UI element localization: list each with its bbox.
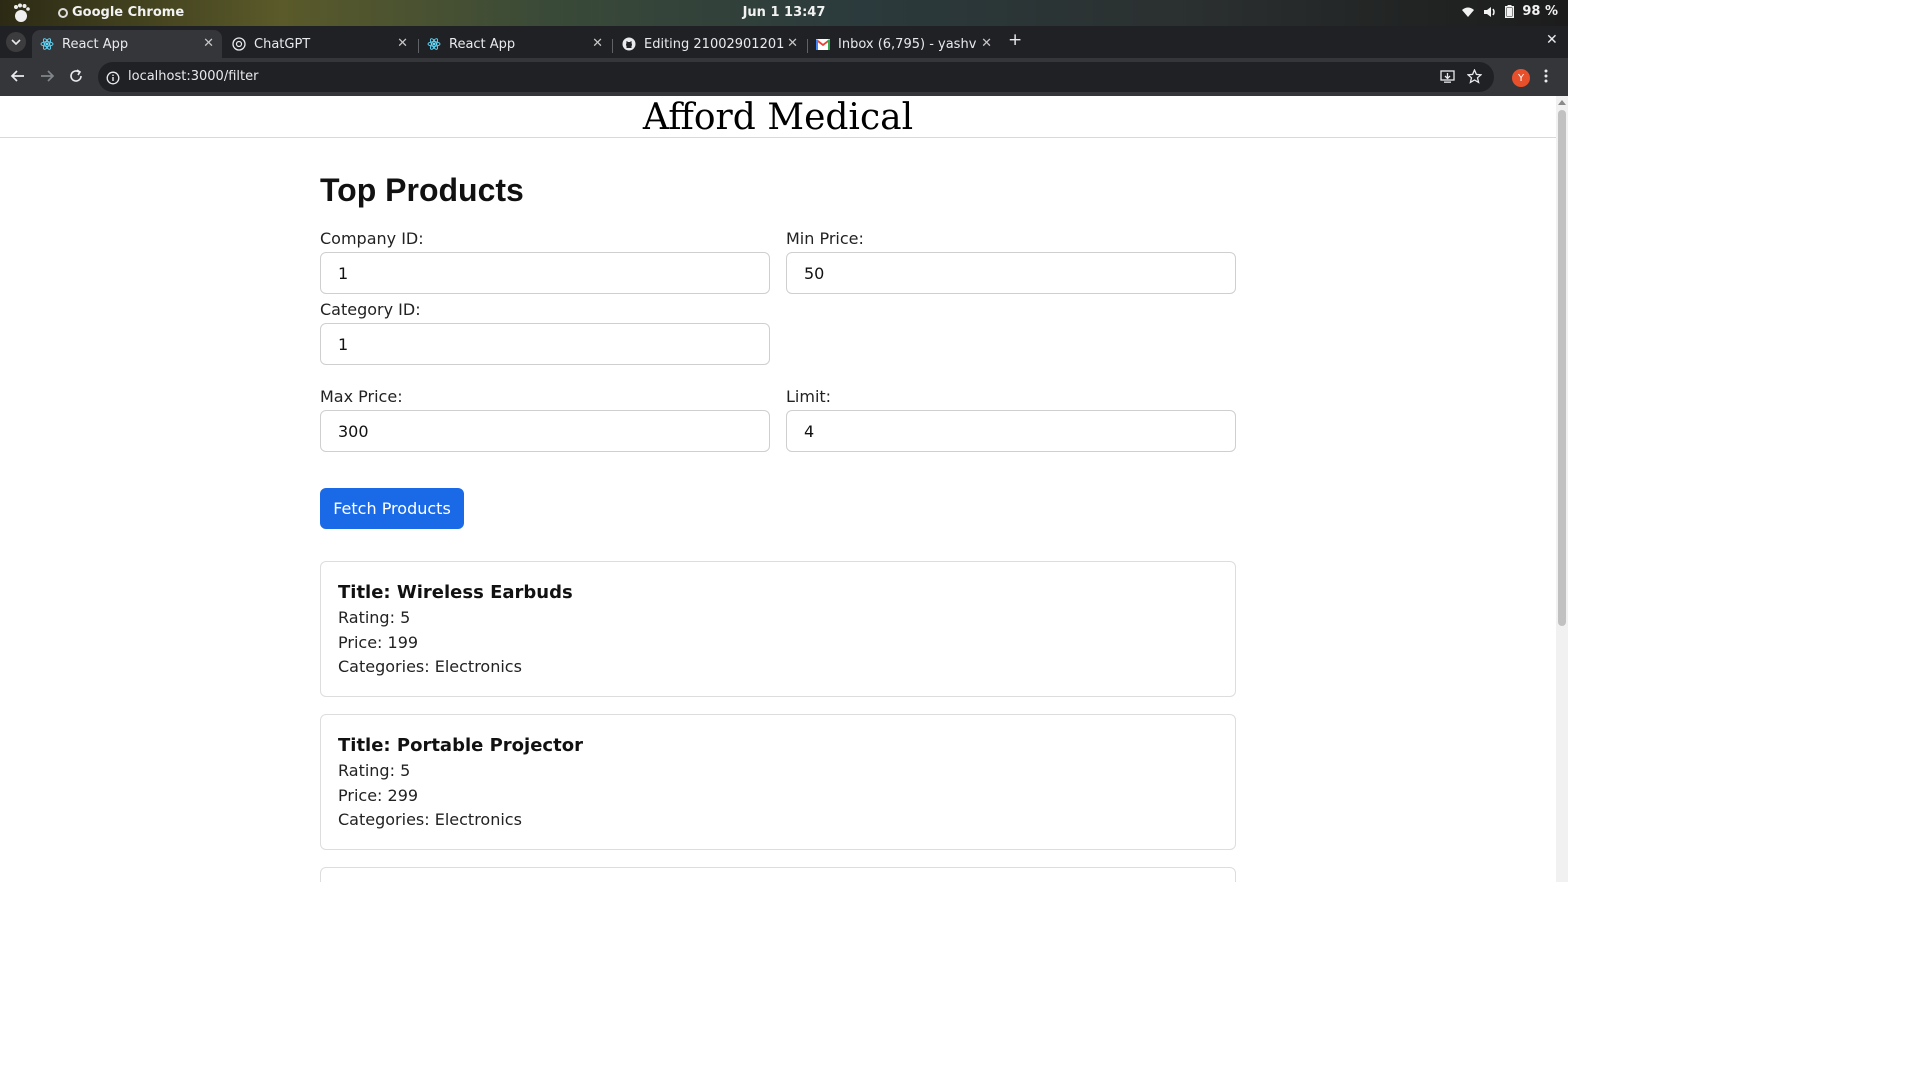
min-price-input[interactable]: [786, 252, 1236, 294]
product-card-partial: [320, 867, 1236, 882]
product-rating: Rating: 5: [338, 608, 411, 627]
volume-icon: [1483, 6, 1497, 18]
forward-button[interactable]: [39, 68, 57, 86]
chrome-menu-button[interactable]: [1544, 69, 1548, 87]
tab-close-icon[interactable]: ✕: [203, 36, 214, 51]
product-categories: Categories: Electronics: [338, 657, 522, 676]
scroll-up-arrow-icon[interactable]: [1558, 100, 1566, 105]
tab-github-editing[interactable]: Editing 21002901201 ✕: [614, 30, 806, 58]
tab-close-icon[interactable]: ✕: [787, 36, 798, 51]
reload-icon: [70, 69, 82, 82]
tab-gmail-inbox[interactable]: Inbox (6,795) - yashv ✕: [808, 30, 1000, 58]
limit-input[interactable]: [786, 410, 1236, 452]
gmail-icon: [816, 37, 830, 51]
new-tab-button[interactable]: +: [1008, 30, 1022, 50]
bookmark-star-icon[interactable]: [1466, 68, 1483, 88]
fetch-products-button[interactable]: Fetch Products: [320, 488, 464, 529]
tab-close-icon[interactable]: ✕: [397, 36, 408, 51]
tab-label: Inbox (6,795) - yashv: [838, 36, 977, 52]
arrow-right-icon: [41, 70, 55, 82]
tab-react-app-active[interactable]: React App ✕: [32, 30, 222, 58]
min-price-label: Min Price:: [786, 229, 864, 248]
github-icon: [622, 37, 636, 51]
battery-icon: [1505, 5, 1515, 18]
scrollbar-thumb[interactable]: [1558, 110, 1566, 626]
tab-close-icon[interactable]: ✕: [981, 36, 992, 51]
arrow-left-icon: [10, 70, 24, 82]
window-close-button[interactable]: ✕: [1546, 32, 1558, 48]
site-header: Afford Medical: [0, 96, 1556, 138]
tab-chatgpt[interactable]: ChatGPT ✕: [224, 30, 416, 58]
product-price: Price: 199: [338, 632, 419, 652]
product-card: Title: Portable Projector Rating: 5 Pric…: [320, 714, 1236, 850]
profile-avatar[interactable]: Y: [1512, 69, 1530, 87]
product-rating: Rating: 5: [338, 761, 411, 780]
clock[interactable]: Jun 1 13:47: [0, 5, 1568, 20]
product-card: Title: Wireless Earbuds Rating: 5 Price:…: [320, 561, 1236, 697]
address-bar[interactable]: localhost:3000/filter: [98, 62, 1494, 92]
chatgpt-icon: [232, 37, 246, 51]
category-id-input[interactable]: [320, 323, 770, 365]
react-icon: [427, 37, 441, 51]
chevron-down-icon: [11, 39, 21, 45]
omnibox-actions: [1440, 68, 1483, 88]
limit-field: Limit:: [786, 386, 1236, 452]
tab-search-button[interactable]: [6, 32, 26, 52]
company-id-input[interactable]: [320, 252, 770, 294]
limit-label: Limit:: [786, 387, 832, 406]
url-text[interactable]: localhost:3000/filter: [128, 69, 258, 84]
product-categories: Categories: Electronics: [338, 810, 522, 829]
category-id-label: Category ID:: [320, 300, 421, 319]
system-status-area[interactable]: 98 %: [1461, 4, 1558, 19]
react-icon: [40, 37, 54, 51]
reload-button[interactable]: [68, 68, 86, 86]
category-id-field: Category ID:: [320, 299, 770, 365]
tab-label: React App: [449, 36, 516, 52]
product-title: Title: Portable Projector: [338, 735, 583, 756]
max-price-input[interactable]: [320, 410, 770, 452]
kebab-menu-icon: [1544, 69, 1548, 83]
page-scrollbar[interactable]: [1556, 96, 1568, 882]
tab-separator: [612, 39, 613, 53]
tab-label: React App: [62, 36, 129, 52]
tab-strip: React App ✕ ChatGPT ✕ React App ✕ Editin…: [0, 26, 1568, 58]
product-price: Price: 299: [338, 785, 419, 805]
tab-label: Editing 21002901201: [644, 36, 784, 52]
max-price-field: Max Price:: [320, 386, 770, 452]
system-top-bar: Google Chrome Jun 1 13:47 98 %: [0, 0, 1568, 26]
company-id-field: Company ID:: [320, 228, 770, 294]
site-title: Afford Medical: [642, 97, 914, 138]
min-price-field: Min Price:: [786, 228, 1236, 294]
site-info-icon[interactable]: [106, 70, 120, 85]
tab-label: ChatGPT: [254, 36, 311, 52]
page-title: Top Products: [320, 172, 524, 208]
install-app-icon[interactable]: [1440, 69, 1455, 88]
wifi-icon: [1461, 6, 1475, 18]
back-button[interactable]: [10, 68, 28, 86]
tab-close-icon[interactable]: ✕: [592, 36, 603, 51]
company-id-label: Company ID:: [320, 229, 424, 248]
product-title: Title: Wireless Earbuds: [338, 582, 573, 603]
max-price-label: Max Price:: [320, 387, 403, 406]
tab-react-app-2[interactable]: React App ✕: [419, 30, 611, 58]
browser-toolbar: localhost:3000/filter Y: [0, 58, 1568, 96]
page-viewport: Afford Medical Top Products Company ID: …: [0, 96, 1556, 882]
battery-percent: 98 %: [1522, 4, 1558, 19]
